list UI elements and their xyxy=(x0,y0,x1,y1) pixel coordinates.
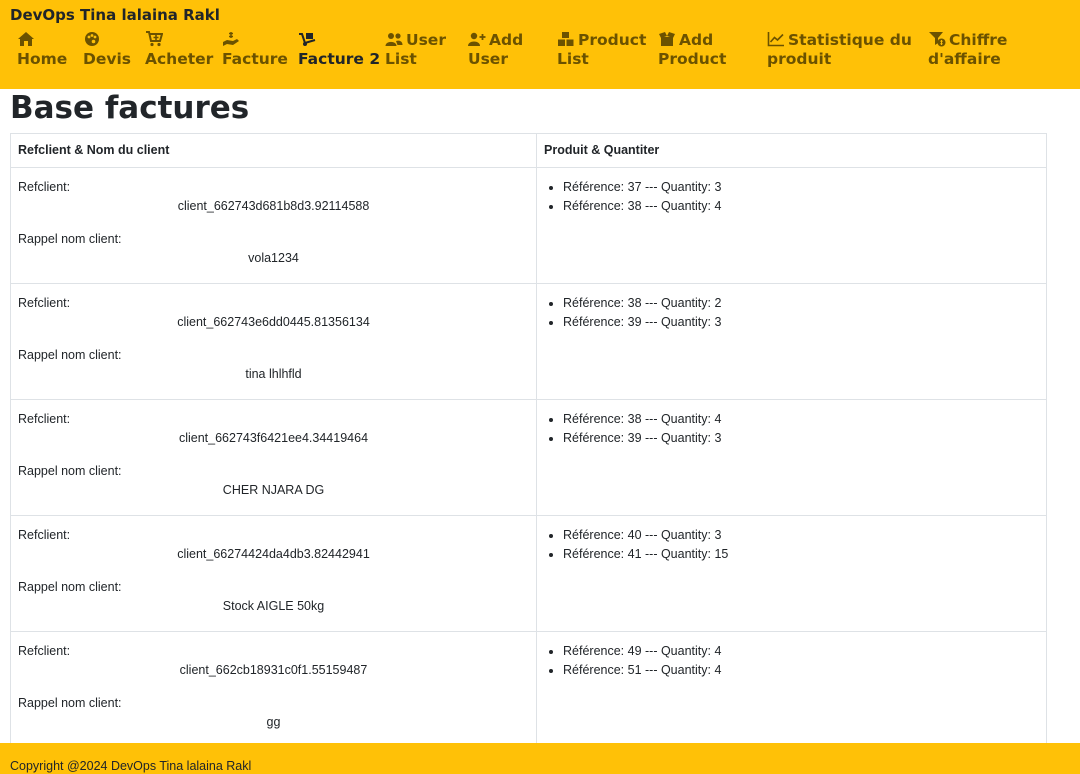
refclient-value: client_662743f6421ee4.34419464 xyxy=(178,431,369,445)
nav-product-list[interactable]: Product List xyxy=(557,31,646,69)
rappel-nom-label: Rappel nom client: xyxy=(18,464,122,478)
hand-holding-dollar-icon xyxy=(222,31,240,47)
home-icon xyxy=(17,31,35,47)
factures-table-container: Refclient & Nom du client Produit & Quan… xyxy=(10,133,1047,743)
client-cell: Refclient: client_662743e6dd0445.8135613… xyxy=(10,283,537,400)
produits-cell: Référence: 40 --- Quantity: 3 Référence:… xyxy=(536,515,1047,632)
dolly-icon xyxy=(298,31,316,47)
box-open-icon xyxy=(658,31,676,47)
produit-item: Référence: 38 --- Quantity: 2 xyxy=(563,294,1039,313)
main-nav: Home Devis Acheter Facture Facture 2 Use… xyxy=(0,0,1080,89)
produit-item: Référence: 38 --- Quantity: 4 xyxy=(563,197,1039,216)
client-name-value: tina lhlhfld xyxy=(245,367,302,381)
produits-list: Référence: 38 --- Quantity: 2 Référence:… xyxy=(544,294,1039,332)
produit-item: Référence: 51 --- Quantity: 4 xyxy=(563,661,1039,680)
table-row: Refclient: client_662743d681b8d3.9211458… xyxy=(10,167,1047,284)
nav-facture[interactable]: Facture xyxy=(222,31,288,69)
column-header-produit: Produit & Quantiter xyxy=(536,133,1047,168)
produit-item: Référence: 41 --- Quantity: 15 xyxy=(563,545,1039,564)
produits-cell: Référence: 38 --- Quantity: 2 Référence:… xyxy=(536,283,1047,400)
nav-home-label: Home xyxy=(17,50,68,68)
rappel-nom-label: Rappel nom client: xyxy=(18,696,122,710)
refclient-label: Refclient: xyxy=(18,296,71,310)
client-name-value: Stock AIGLE 50kg xyxy=(222,599,325,613)
palette-icon xyxy=(83,31,101,47)
user-plus-icon xyxy=(468,31,486,47)
client-cell: Refclient: client_662743f6421ee4.3441946… xyxy=(10,399,537,516)
client-name-value: gg xyxy=(266,715,281,729)
page-title: Base factures xyxy=(10,90,250,126)
produit-item: Référence: 49 --- Quantity: 4 xyxy=(563,642,1039,661)
refclient-label: Refclient: xyxy=(18,528,71,542)
produits-list: Référence: 38 --- Quantity: 4 Référence:… xyxy=(544,410,1039,448)
nav-facture-2-label: Facture 2 xyxy=(298,50,381,68)
nav-add-user[interactable]: Add User xyxy=(468,31,523,69)
table-row: Refclient: client_66274424da4db3.8244294… xyxy=(10,515,1047,632)
nav-devis[interactable]: Devis xyxy=(83,31,131,69)
produits-cell: Référence: 49 --- Quantity: 4 Référence:… xyxy=(536,631,1047,743)
nav-statistique-label: Statistique du produit xyxy=(767,31,912,68)
produits-cell: Référence: 37 --- Quantity: 3 Référence:… xyxy=(536,167,1047,284)
filter-dollar-icon xyxy=(928,31,946,47)
produits-list: Référence: 40 --- Quantity: 3 Référence:… xyxy=(544,526,1039,564)
factures-table: Refclient & Nom du client Produit & Quan… xyxy=(10,133,1047,743)
nav-chiffre-affaire[interactable]: Chiffre d'affaire xyxy=(928,31,1007,69)
nav-user-list[interactable]: User List xyxy=(385,31,446,69)
cart-plus-icon xyxy=(145,31,163,47)
rappel-nom-label: Rappel nom client: xyxy=(18,580,122,594)
table-row: Refclient: client_662743e6dd0445.8135613… xyxy=(10,283,1047,400)
refclient-label: Refclient: xyxy=(18,180,71,194)
boxes-icon xyxy=(557,31,575,47)
client-cell: Refclient: client_662cb18931c0f1.5515948… xyxy=(10,631,537,743)
nav-acheter[interactable]: Acheter xyxy=(145,31,213,69)
users-icon xyxy=(385,31,403,47)
chart-line-icon xyxy=(767,31,785,47)
produit-item: Référence: 39 --- Quantity: 3 xyxy=(563,313,1039,332)
nav-devis-label: Devis xyxy=(83,50,132,68)
rappel-nom-label: Rappel nom client: xyxy=(18,232,122,246)
nav-facture-2[interactable]: Facture 2 xyxy=(298,31,380,69)
footer: Copyright @2024 DevOps Tina lalaina Rakl xyxy=(0,743,1080,774)
table-row: Refclient: client_662743f6421ee4.3441946… xyxy=(10,399,1047,516)
refclient-value: client_662743e6dd0445.81356134 xyxy=(177,315,370,329)
top-navbar: DevOps Tina lalaina Rakl Home Devis Ache… xyxy=(0,0,1080,89)
nav-statistique[interactable]: Statistique du produit xyxy=(767,31,912,69)
nav-home[interactable]: Home xyxy=(17,31,67,69)
refclient-value: client_662743d681b8d3.92114588 xyxy=(177,199,370,213)
table-row: Refclient: client_662cb18931c0f1.5515948… xyxy=(10,631,1047,743)
produit-item: Référence: 38 --- Quantity: 4 xyxy=(563,410,1039,429)
client-name-value: vola1234 xyxy=(248,251,299,265)
produits-cell: Référence: 38 --- Quantity: 4 Référence:… xyxy=(536,399,1047,516)
client-name-value: CHER NJARA DG xyxy=(222,483,325,497)
produits-list: Référence: 49 --- Quantity: 4 Référence:… xyxy=(544,642,1039,680)
nav-facture-label: Facture xyxy=(222,50,288,68)
nav-add-product[interactable]: Add Product xyxy=(658,31,726,69)
nav-acheter-label: Acheter xyxy=(145,50,214,68)
produit-item: Référence: 37 --- Quantity: 3 xyxy=(563,178,1039,197)
client-cell: Refclient: client_66274424da4db3.8244294… xyxy=(10,515,537,632)
refclient-value: client_66274424da4db3.82442941 xyxy=(177,547,370,561)
refclient-value: client_662cb18931c0f1.55159487 xyxy=(179,663,368,677)
produits-list: Référence: 37 --- Quantity: 3 Référence:… xyxy=(544,178,1039,216)
column-header-client: Refclient & Nom du client xyxy=(10,133,537,168)
refclient-label: Refclient: xyxy=(18,412,71,426)
produit-item: Référence: 39 --- Quantity: 3 xyxy=(563,429,1039,448)
produit-item: Référence: 40 --- Quantity: 3 xyxy=(563,526,1039,545)
table-header-row: Refclient & Nom du client Produit & Quan… xyxy=(10,133,1047,168)
refclient-label: Refclient: xyxy=(18,644,71,658)
client-cell: Refclient: client_662743d681b8d3.9211458… xyxy=(10,167,537,284)
copyright-text: Copyright @2024 DevOps Tina lalaina Rakl xyxy=(10,759,252,773)
rappel-nom-label: Rappel nom client: xyxy=(18,348,122,362)
